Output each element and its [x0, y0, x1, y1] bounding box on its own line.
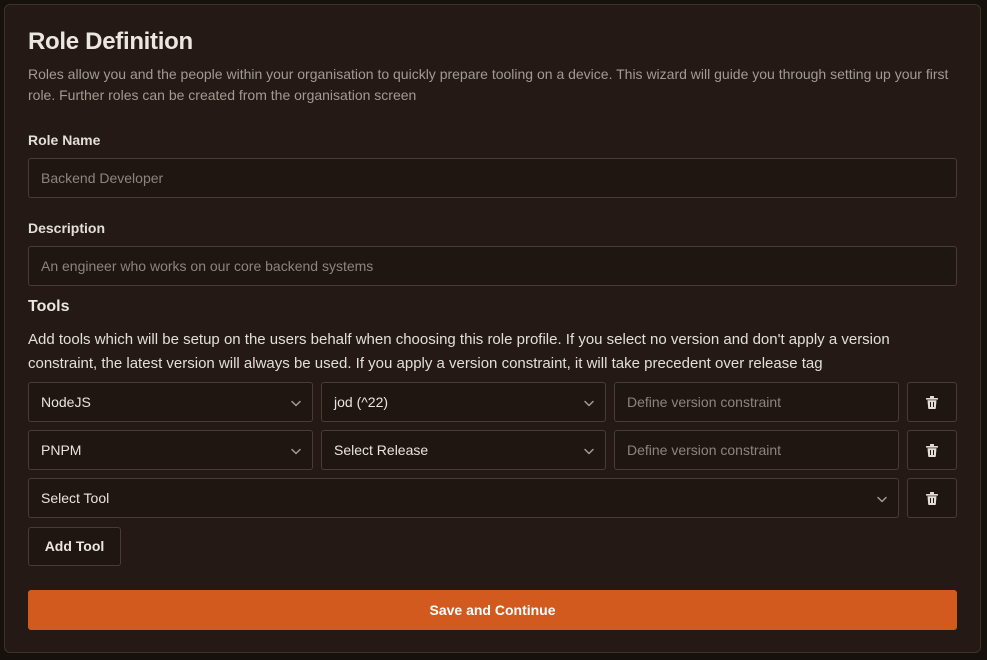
page-intro: Roles allow you and the people within yo… [28, 66, 949, 103]
tool-select-3[interactable]: Select Tool [28, 478, 899, 518]
add-tool-button[interactable]: Add Tool [28, 527, 121, 566]
tools-heading: Tools [28, 298, 70, 315]
chevron-down-icon [291, 400, 301, 407]
version-constraint-input[interactable] [615, 383, 898, 421]
role-definition-card: Role Definition Roles allow you and the … [4, 4, 981, 653]
description-field [28, 246, 957, 286]
version-constraint-field-2 [614, 430, 899, 470]
trash-icon [926, 492, 938, 505]
release-select-2[interactable]: Select Release [321, 430, 606, 470]
release-select-value: jod (^22) [334, 394, 389, 410]
chevron-down-icon [291, 448, 301, 455]
description-input[interactable] [29, 247, 956, 285]
remove-tool-button[interactable] [907, 382, 957, 422]
save-and-continue-button[interactable]: Save and Continue [28, 590, 957, 630]
description-label: Description [28, 220, 106, 236]
tool-select-2[interactable]: PNPM [28, 430, 313, 470]
role-name-input[interactable] [29, 159, 956, 197]
version-constraint-input[interactable] [615, 431, 898, 469]
role-name-label: Role Name [28, 132, 101, 148]
tools-help-text: Add tools which will be setup on the use… [28, 331, 890, 372]
remove-tool-button[interactable] [907, 430, 957, 470]
role-name-field [28, 158, 957, 198]
trash-icon [926, 444, 938, 457]
release-select-1[interactable]: jod (^22) [321, 382, 606, 422]
version-constraint-field-1 [614, 382, 899, 422]
tool-select-1[interactable]: NodeJS [28, 382, 313, 422]
tool-select-value: PNPM [41, 442, 82, 458]
remove-tool-button[interactable] [907, 478, 957, 518]
release-select-value: Select Release [334, 442, 429, 458]
tool-select-value: Select Tool [41, 490, 110, 506]
tool-select-value: NodeJS [41, 394, 91, 410]
chevron-down-icon [877, 496, 887, 503]
trash-icon [926, 396, 938, 409]
page-title: Role Definition [28, 28, 193, 55]
chevron-down-icon [584, 448, 594, 455]
chevron-down-icon [584, 400, 594, 407]
